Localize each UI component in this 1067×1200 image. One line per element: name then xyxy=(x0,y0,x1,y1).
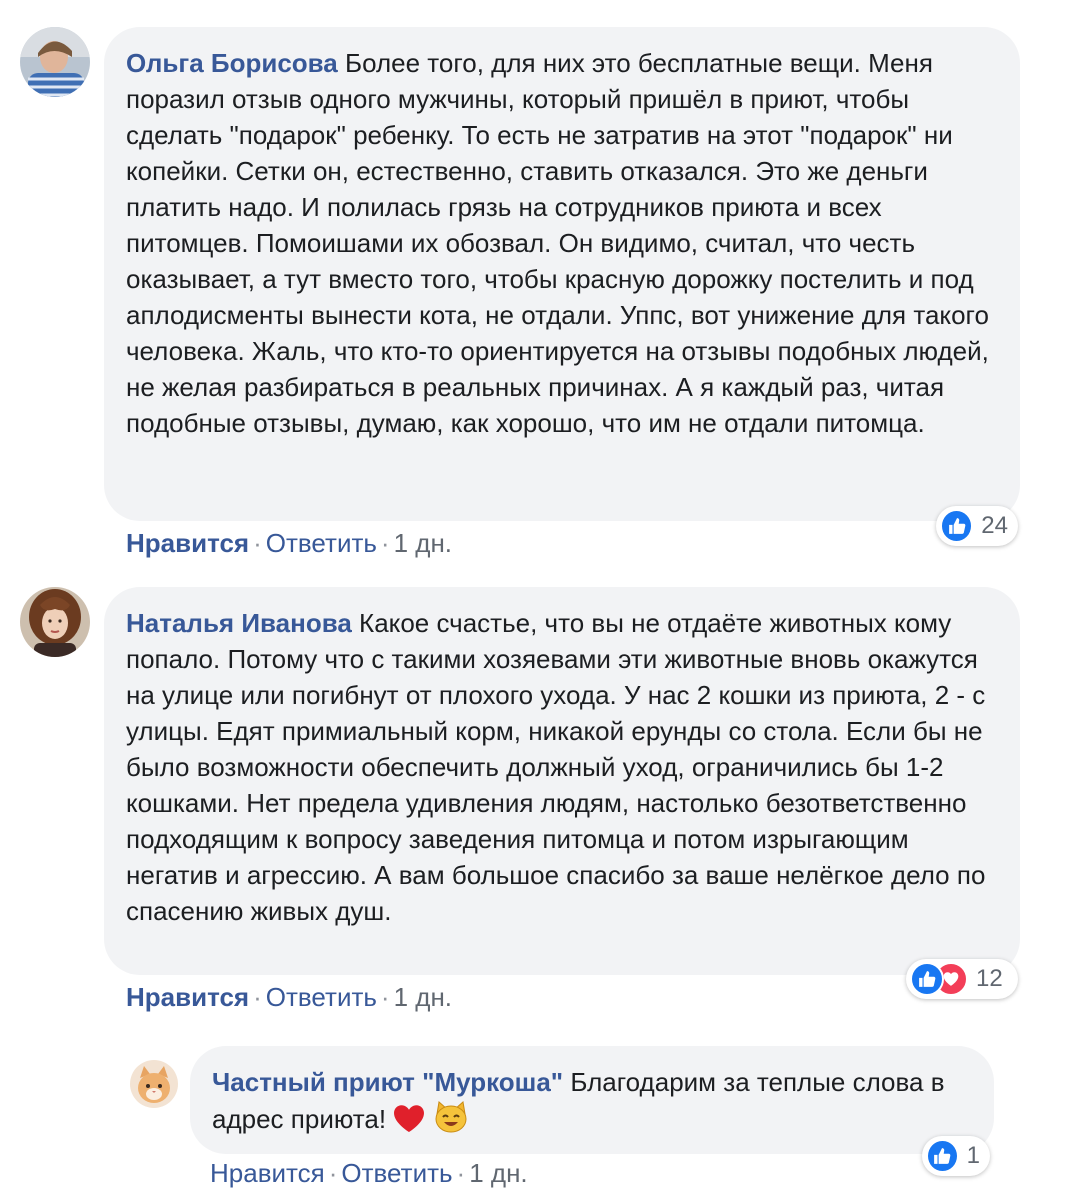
reaction-count: 1 xyxy=(966,1142,980,1169)
reply-bubble: Частный приют "Муркоша" Благодарим за те… xyxy=(190,1046,994,1154)
like-link[interactable]: Нравится xyxy=(126,982,249,1012)
comment-actions: Нравится · Ответить · 1 дн. xyxy=(126,982,452,1012)
comment-time[interactable]: 1 дн. xyxy=(394,528,452,558)
separator-dot: · xyxy=(380,528,390,558)
comment-author[interactable]: Наталья Иванова xyxy=(126,608,352,638)
comment-time[interactable]: 1 дн. xyxy=(394,982,452,1012)
reply-actions: Нравится · Ответить · 1 дн. xyxy=(210,1158,528,1188)
separator-dot: · xyxy=(253,982,262,1012)
separator-dot: · xyxy=(380,982,390,1012)
comment-author[interactable]: Ольга Борисова xyxy=(126,48,338,78)
comment-bubble: Наталья Иванова Какое счастье, что вы не… xyxy=(104,587,1020,975)
like-reaction-icon xyxy=(926,1139,959,1173)
comment-text: Более того, для них это бесплатные вещи.… xyxy=(126,48,989,438)
red-heart-emoji-icon xyxy=(393,1104,425,1143)
avatar-natalya-icon[interactable] xyxy=(20,587,90,657)
separator-dot: · xyxy=(328,1158,338,1188)
like-link[interactable]: Нравится xyxy=(210,1158,325,1188)
like-reaction-icon xyxy=(940,509,974,543)
comment-actions: Нравится · Ответить · 1 дн. xyxy=(126,528,452,558)
avatar-shelter-cat-icon[interactable] xyxy=(130,1060,178,1108)
reply-time[interactable]: 1 дн. xyxy=(469,1158,527,1188)
like-link[interactable]: Нравится xyxy=(126,528,249,558)
reaction-count: 24 xyxy=(981,512,1008,539)
comment-bubble: Ольга Борисова Более того, для них это б… xyxy=(104,27,1020,521)
reaction-count: 12 xyxy=(976,965,1003,992)
reply-author[interactable]: Частный приют "Муркоша" xyxy=(212,1067,563,1097)
separator-dot: · xyxy=(253,528,262,558)
like-reaction-icon xyxy=(910,962,944,996)
reply-link[interactable]: Ответить xyxy=(341,1158,452,1188)
separator-dot: · xyxy=(456,1158,466,1188)
smiling-cat-emoji-icon xyxy=(433,1100,469,1143)
comment-text: Какое счастье, что вы не отдаёте животны… xyxy=(126,608,986,926)
reply-link[interactable]: Ответить xyxy=(266,982,377,1012)
reply-link[interactable]: Ответить xyxy=(266,528,377,558)
reaction-summary[interactable]: 12 xyxy=(906,959,1018,999)
reaction-summary[interactable]: 1 xyxy=(922,1136,990,1176)
avatar-olga-icon[interactable] xyxy=(20,27,90,97)
reaction-summary[interactable]: 24 xyxy=(936,506,1018,546)
